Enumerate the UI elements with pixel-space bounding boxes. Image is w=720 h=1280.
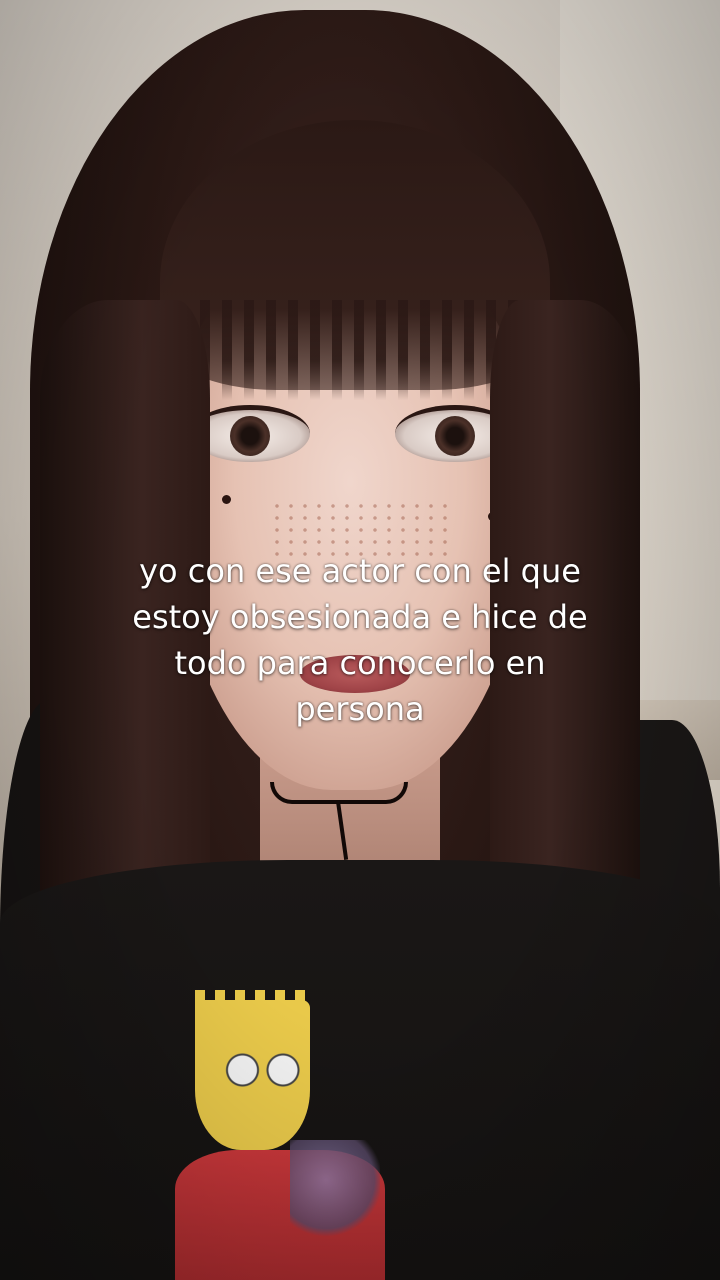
left-iris — [230, 416, 270, 456]
video-frame: yo con ese actor con el que estoy obsesi… — [0, 0, 720, 1280]
shirt-print-detail — [290, 1140, 380, 1240]
caption-text: yo con ese actor con el que estoy obsesi… — [132, 552, 588, 728]
right-iris — [435, 416, 475, 456]
shirt-print-character-eyes — [220, 1045, 310, 1095]
makeup-dot-left — [222, 495, 231, 504]
bangs-strands — [200, 300, 520, 400]
